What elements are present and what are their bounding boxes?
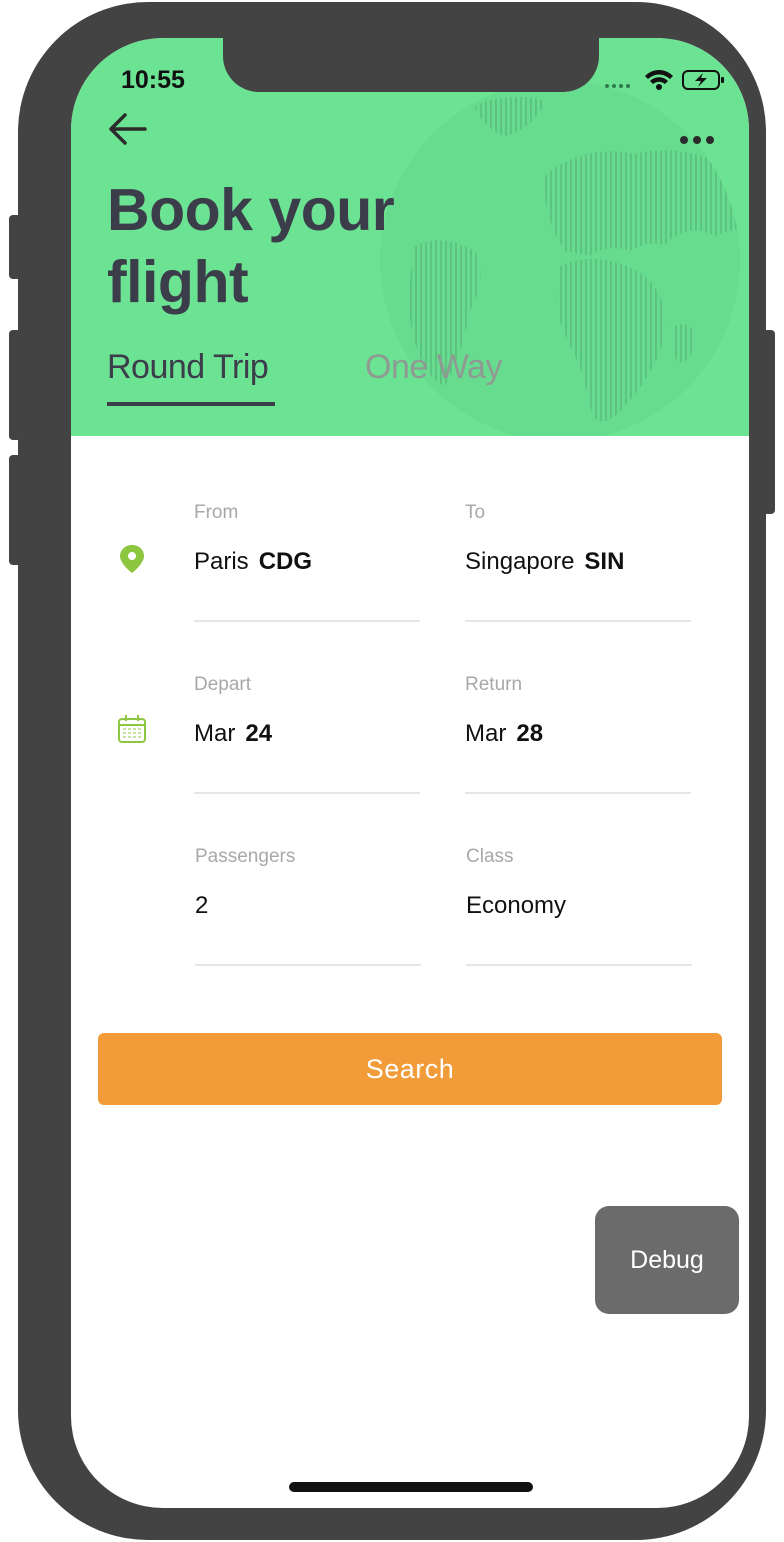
to-city: Singapore [465, 548, 575, 575]
to-code: SIN [584, 548, 625, 575]
passengers-value: 2 [195, 892, 209, 919]
calendar-icon [118, 715, 146, 743]
debug-button[interactable]: Debug [595, 1206, 739, 1314]
battery-charging-icon [682, 70, 724, 90]
home-indicator [289, 1482, 533, 1492]
depart-value: Mar 24 [194, 720, 272, 748]
tab-round-trip[interactable]: Round Trip [107, 348, 269, 387]
class-label: Class [466, 846, 514, 867]
device-notch [223, 38, 599, 92]
from-city: Paris [194, 548, 249, 575]
location-pin-icon [120, 545, 144, 573]
more-dots-icon[interactable] [679, 134, 715, 146]
depart-field[interactable]: Depart Mar 24 [194, 674, 420, 794]
to-label: To [465, 502, 486, 523]
to-field[interactable]: To Singapore SIN [465, 502, 691, 622]
return-day: 28 [516, 720, 544, 747]
passengers-label: Passengers [195, 846, 296, 867]
wifi-icon [645, 70, 673, 90]
tab-one-way[interactable]: One Way [365, 348, 502, 387]
app-screen: 10:55 Book your flight Round Trip One Wa… [71, 38, 749, 1508]
return-field[interactable]: Return Mar 28 [465, 674, 691, 794]
depart-label: Depart [194, 674, 252, 695]
back-arrow-icon[interactable] [107, 112, 149, 146]
page-title-line-2: flight [107, 249, 249, 315]
depart-month: Mar [194, 720, 236, 747]
from-code: CDG [258, 548, 313, 575]
from-field[interactable]: From Paris CDG [194, 502, 420, 622]
class-value: Economy [466, 892, 567, 919]
depart-day: 24 [245, 720, 273, 747]
page-title: Book your flight [107, 174, 447, 318]
class-field[interactable]: Class Economy [466, 846, 692, 966]
return-month: Mar [465, 720, 507, 747]
search-button[interactable]: Search [98, 1033, 722, 1105]
return-value: Mar 28 [465, 720, 543, 748]
return-label: Return [465, 674, 523, 695]
cellular-signal-icon [605, 84, 630, 88]
phone-frame: 10:55 Book your flight Round Trip One Wa… [18, 2, 766, 1540]
from-label: From [194, 502, 239, 523]
active-tab-indicator [107, 402, 275, 406]
page-title-line-1: Book your [107, 177, 395, 243]
passengers-field[interactable]: Passengers 2 [195, 846, 421, 966]
status-time: 10:55 [121, 66, 185, 94]
from-value: Paris CDG [194, 548, 312, 576]
to-value: Singapore SIN [465, 548, 624, 576]
status-icons [605, 70, 724, 90]
header: 10:55 Book your flight Round Trip One Wa… [71, 38, 749, 436]
